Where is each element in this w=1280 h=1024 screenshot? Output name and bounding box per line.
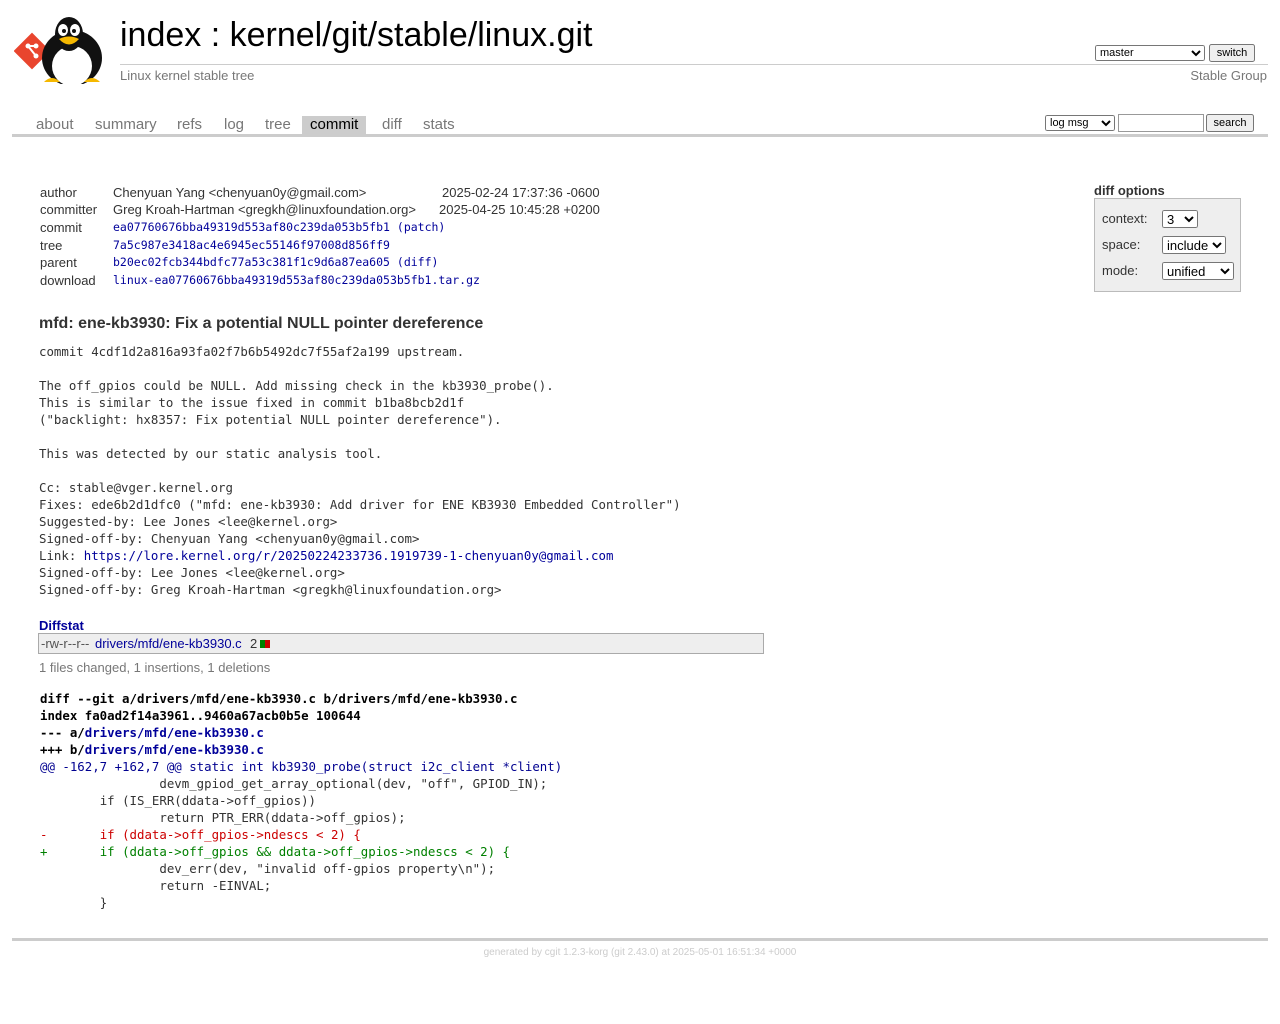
diffstat-file-link[interactable]: drivers/mfd/ene-kb3930.c [95,636,242,651]
diff-line-add: + if (ddata->off_gpios && ddata->off_gpi… [40,844,510,859]
page-title: index : kernel/git/stable/linux.git [120,16,593,55]
diff-line-ctx: } [40,895,108,910]
search-input[interactable] [1118,114,1204,132]
commit-label: commit [40,220,82,235]
tab-about[interactable]: about [28,116,82,134]
tab-diff[interactable]: diff [374,116,410,134]
tab-log[interactable]: log [216,116,252,134]
search-button[interactable]: search [1206,114,1254,132]
message-body: commit 4cdf1d2a816a93fa02f7b6b5492dc7f55… [39,344,681,563]
parent-hash-link[interactable]: b20ec02fcb344bdfc77a53c381f1c9d6a87ea605 [113,255,390,269]
footer-divider [12,938,1268,941]
repo-owner: Stable Group [1190,68,1267,83]
commit-message: commit 4cdf1d2a816a93fa02f7b6b5492dc7f55… [39,343,681,598]
tab-stats[interactable]: stats [415,116,463,134]
cgit-logo[interactable] [14,12,110,84]
tree-hash-value: 7a5c987e3418ac4e6945ec55146f97008d856ff9 [113,237,390,254]
repo-description: Linux kernel stable tree [120,68,255,83]
plus-prefix: +++ b/ [40,742,85,757]
index-link[interactable]: index [120,16,201,54]
repo-link[interactable]: kernel/git/stable/linux.git [230,16,593,54]
branch-select[interactable]: master [1095,45,1205,61]
diffstat-table: -rw-r--r-- drivers/mfd/ene-kb3930.c 2 [38,633,764,654]
parent-diff-link[interactable]: (diff) [397,255,439,269]
author-label: author [40,185,77,200]
download-value: linux-ea07760676bba49319d553af80c239da05… [113,272,480,289]
parent-label: parent [40,255,77,270]
mode-select[interactable]: unified [1162,262,1234,280]
tab-summary[interactable]: summary [87,116,165,134]
download-tarball-link[interactable]: linux-ea07760676bba49319d553af80c239da05… [113,273,480,287]
search-field-select[interactable]: log msg [1045,115,1115,131]
diffstat-header-link[interactable]: Diffstat [39,618,84,633]
title-separator: : [201,16,230,54]
diff-minus-line: --- a/drivers/mfd/ene-kb3930.c [40,724,264,741]
plus-file-link[interactable]: drivers/mfd/ene-kb3930.c [85,742,264,757]
tree-label: tree [40,238,63,253]
diffstat-deletions-bar [265,640,270,648]
diff-options-title: diff options [1094,183,1165,198]
switch-button[interactable]: switch [1209,44,1255,62]
tree-hash-link[interactable]: 7a5c987e3418ac4e6945ec55146f97008d856ff9 [113,238,390,252]
diff-line-ctx: devm_gpiod_get_array_optional(dev, "off"… [40,776,548,791]
diffstat-graph [260,640,270,648]
minus-file-link[interactable]: drivers/mfd/ene-kb3930.c [85,725,264,740]
context-label: context: [1102,211,1148,226]
footer-rest: (git 2.43.0) at 2025-05-01 16:51:34 +000… [608,947,797,958]
committer-value: Greg Kroah-Hartman <gregkh@linuxfoundati… [113,202,416,217]
diff-plus-line: +++ b/drivers/mfd/ene-kb3930.c [40,741,264,758]
diff-line-ctx: return PTR_ERR(ddata->off_gpios); [40,810,406,825]
committer-date: 2025-04-25 10:45:28 +0200 [439,202,600,217]
commit-subject: mfd: ene-kb3930: Fix a potential NULL po… [39,315,484,332]
author-value: Chenyuan Yang <chenyuan0y@gmail.com> [113,185,367,200]
context-select[interactable]: 3 [1162,210,1198,228]
diff-hunk-header: @@ -162,7 +162,7 @@ static int kb3930_pr… [40,759,563,774]
file-mode: -rw-r--r-- [41,636,90,651]
tux-penguin-icon [42,17,102,84]
diffstat-count: 2 [250,636,258,651]
cgit-link[interactable]: cgit 1.2.3-korg [545,947,608,958]
diff-line-ctx: return -EINVAL; [40,878,272,893]
committer-label: committer [40,202,98,217]
mode-label: mode: [1102,263,1139,278]
message-trailer: Signed-off-by: Lee Jones <lee@kernel.org… [39,565,502,597]
space-label: space: [1102,237,1141,252]
tab-commit[interactable]: commit [302,116,367,134]
tabs-divider [12,134,1268,137]
diff-index-line: index fa0ad2f14a3961..9460a67acb0b5e 100… [40,708,361,723]
commit-hash-link[interactable]: ea07760676bba49319d553af80c239da053b5fb1 [113,220,390,234]
lore-link[interactable]: https://lore.kernel.org/r/20250224233736… [84,548,614,563]
diff-options-panel: context: 3 space: include mode: unified [1094,198,1241,292]
download-label: download [40,273,96,288]
space-select[interactable]: include [1162,236,1226,254]
header-divider [120,64,1268,65]
diff-line-ctx: if (IS_ERR(ddata->off_gpios)) [40,793,317,808]
diff-header-line: diff --git a/drivers/mfd/ene-kb3930.c b/… [40,691,518,706]
footer-prefix: generated by [483,947,545,958]
diffstat-summary: 1 files changed, 1 insertions, 1 deletio… [39,660,271,675]
footer: generated by cgit 1.2.3-korg (git 2.43.0… [0,947,1280,958]
tab-tree[interactable]: tree [257,116,299,134]
minus-prefix: --- a/ [40,725,85,740]
parent-hash-value: b20ec02fcb344bdfc77a53c381f1c9d6a87ea605… [113,254,438,271]
diff-line-del: - if (ddata->off_gpios->ndescs < 2) { [40,827,361,842]
diff-line-ctx: dev_err(dev, "invalid off-gpios property… [40,861,496,876]
author-date: 2025-02-24 17:37:36 -0600 [442,185,600,200]
patch-link[interactable]: (patch) [397,220,445,234]
tab-refs[interactable]: refs [169,116,210,134]
commit-hash-value: ea07760676bba49319d553af80c239da053b5fb1… [113,219,445,236]
